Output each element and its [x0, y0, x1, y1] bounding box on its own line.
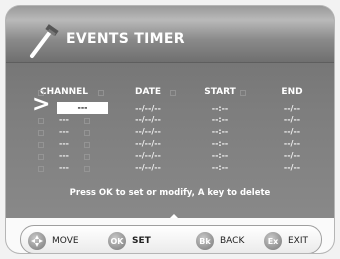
key-move[interactable]: MOVE [28, 232, 79, 250]
cell-channel[interactable]: --- [59, 115, 69, 124]
decor-box [84, 118, 90, 124]
key-exit[interactable]: Ex EXIT [264, 232, 308, 250]
decor-box [38, 142, 44, 148]
set-label: SET [132, 236, 151, 246]
cell-start[interactable]: --:-- [212, 104, 228, 113]
dpad-icon [28, 232, 46, 250]
events-timer-window: EVENTS TIMER CHANNEL DATE START END > --… [6, 6, 334, 253]
decor-box [38, 154, 44, 160]
cell-channel[interactable]: --- [59, 139, 69, 148]
wand-icon [30, 24, 59, 58]
decor-box [38, 166, 44, 172]
decor-box [84, 142, 90, 148]
cell-date[interactable]: --/--/-- [135, 139, 161, 148]
cell-start[interactable]: --:-- [212, 115, 228, 124]
cell-start[interactable]: --:-- [212, 151, 228, 160]
decor-box [98, 90, 104, 96]
cell-date[interactable]: --/--/-- [135, 127, 161, 136]
cell-channel[interactable]: --- [59, 151, 69, 160]
cell-start[interactable]: --:-- [212, 139, 228, 148]
cell-start[interactable]: --:-- [212, 163, 228, 172]
cell-channel[interactable]: --- [59, 127, 69, 136]
selected-row-arrow-icon: > [32, 92, 51, 117]
header-bar: EVENTS TIMER [6, 6, 334, 63]
decor-box [84, 130, 90, 136]
cell-end[interactable]: --/-- [284, 104, 300, 113]
cell-date[interactable]: --/--/-- [135, 115, 161, 124]
key-ok[interactable]: OK SET [108, 232, 151, 250]
cell-date[interactable]: --/--/-- [135, 151, 161, 160]
cell-end[interactable]: --/-- [284, 151, 300, 160]
decor-box [84, 166, 90, 172]
cell-end[interactable]: --/-- [284, 139, 300, 148]
exit-label: EXIT [288, 236, 309, 246]
cell-end[interactable]: --/-- [284, 115, 300, 124]
cell-date[interactable]: --/--/-- [135, 163, 161, 172]
decor-box [170, 90, 176, 96]
arrow-up-icon [170, 214, 178, 218]
cell-channel: --- [77, 103, 88, 112]
decor-box [240, 90, 246, 96]
key-back[interactable]: Bk BACK [196, 232, 244, 250]
cell-date[interactable]: --/--/-- [135, 104, 161, 113]
decor-box [38, 130, 44, 136]
page-title: EVENTS TIMER [66, 31, 185, 47]
decor-box [38, 118, 44, 124]
cell-end[interactable]: --/-- [284, 163, 300, 172]
selected-channel-cell[interactable]: --- [57, 102, 108, 114]
cell-start[interactable]: --:-- [212, 127, 228, 136]
column-start: START [204, 87, 236, 97]
ex-badge: Ex [264, 232, 282, 250]
decor-box [84, 154, 90, 160]
column-end: END [281, 87, 303, 97]
ok-badge: OK [108, 232, 126, 250]
column-date: DATE [134, 87, 162, 97]
cell-end[interactable]: --/-- [284, 127, 300, 136]
move-label: MOVE [52, 236, 79, 246]
cell-channel[interactable]: --- [59, 163, 69, 172]
back-label: BACK [220, 236, 245, 246]
bk-badge: Bk [196, 232, 214, 250]
hint-text: Press OK to set or modify, A key to dele… [69, 188, 271, 198]
